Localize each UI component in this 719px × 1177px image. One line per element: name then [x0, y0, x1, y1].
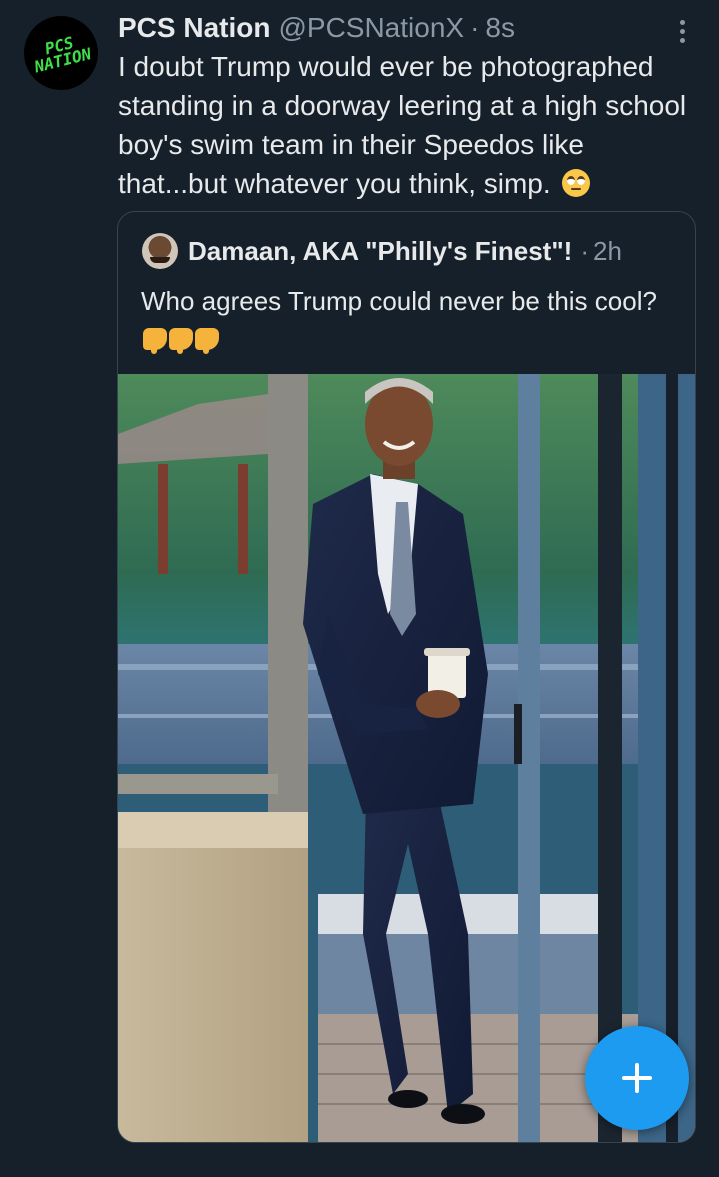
more-options-icon[interactable] [670, 16, 694, 46]
tweet-text: I doubt Trump would ever be photographed… [118, 47, 698, 203]
pointing-down-icon [143, 328, 167, 354]
quoted-display-name[interactable]: Damaan, AKA "Philly's Finest"! [188, 236, 572, 267]
quoted-avatar[interactable] [142, 233, 178, 269]
quoted-photo[interactable] [118, 374, 695, 1142]
quoted-body: Who agrees Trump could never be this coo… [141, 286, 657, 316]
quoted-tweet[interactable]: Damaan, AKA "Philly's Finest"! · 2h Who … [117, 211, 696, 1143]
avatar[interactable]: PCS NATION [24, 16, 98, 90]
user-handle[interactable]: @PCSNationX [278, 12, 464, 44]
timestamp[interactable]: 8s [485, 12, 515, 44]
pointing-down-icon [195, 328, 219, 354]
tweet-body: I doubt Trump would ever be photographed… [118, 51, 687, 199]
avatar-logo-text: PCS NATION [32, 33, 94, 77]
photo-illustration [118, 374, 695, 1142]
tweet[interactable]: PCS NATION PCS Nation @PCSNationX · 8s I… [0, 0, 719, 1177]
display-name[interactable]: PCS Nation [118, 12, 270, 44]
face-with-rolling-eyes-icon [562, 169, 591, 197]
compose-button[interactable] [585, 1026, 689, 1130]
quoted-header: Damaan, AKA "Philly's Finest"! · 2h [188, 232, 622, 270]
tweet-header: PCS Nation @PCSNationX · 8s [118, 10, 515, 46]
pointing-down-icon [169, 328, 193, 354]
quoted-separator-dot: · [580, 235, 589, 266]
plus-icon-bar [622, 1076, 652, 1080]
quoted-timestamp[interactable]: 2h [593, 236, 622, 267]
separator-dot: · [470, 12, 480, 43]
quoted-text: Who agrees Trump could never be this coo… [141, 282, 681, 358]
